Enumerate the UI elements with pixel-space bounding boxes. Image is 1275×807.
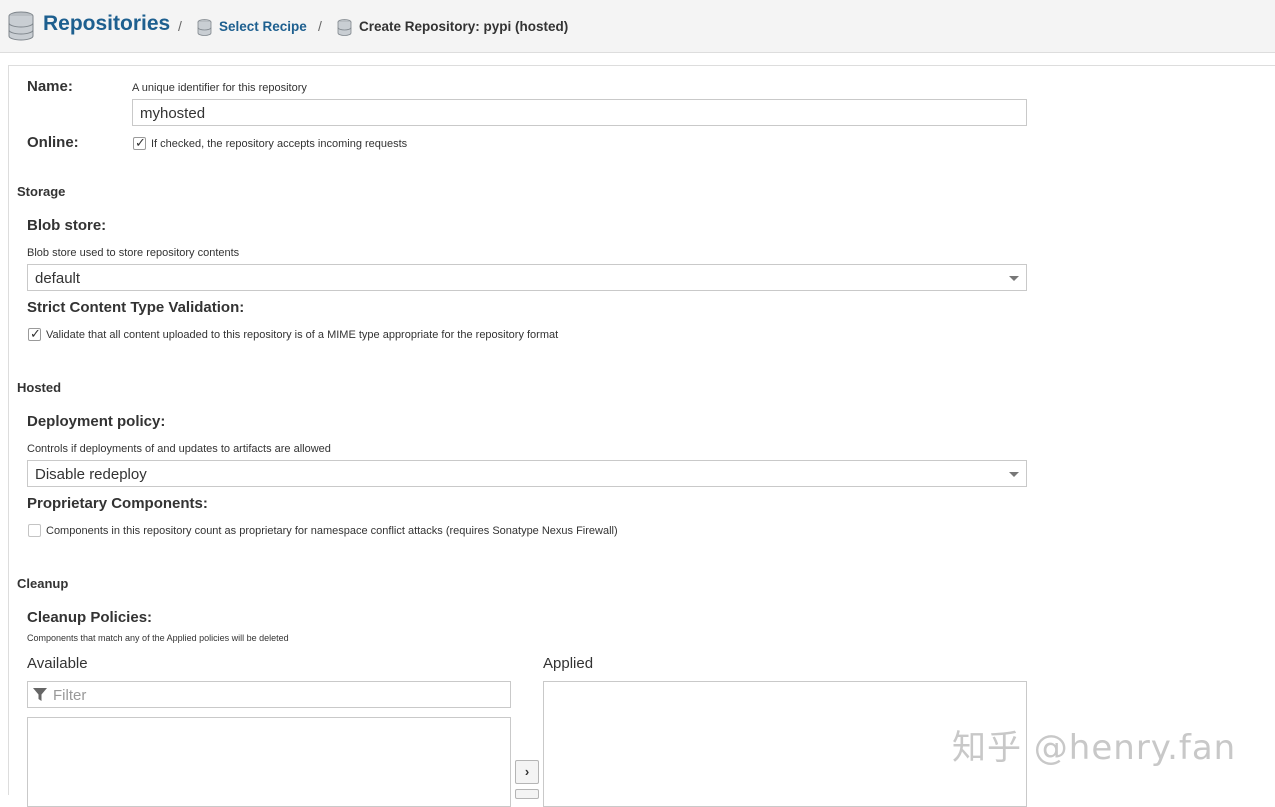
available-filter-input[interactable]: Filter <box>27 681 511 708</box>
chevron-down-icon <box>1009 472 1019 477</box>
strict-validation-help: Validate that all content uploaded to th… <box>46 329 559 341</box>
filter-placeholder: Filter <box>53 687 87 704</box>
hosted-section-title: Hosted <box>17 380 62 395</box>
deployment-policy-label: Deployment policy: <box>27 413 166 430</box>
online-help: If checked, the repository accepts incom… <box>151 138 408 150</box>
breadcrumb-separator: / <box>178 18 182 34</box>
online-checkbox[interactable]: ✓ <box>133 135 146 150</box>
watermark: 知乎 @henry.fan <box>952 728 1237 768</box>
deployment-policy-help: Controls if deployments of and updates t… <box>27 443 331 455</box>
breadcrumb-select-recipe[interactable]: Select Recipe <box>219 19 307 34</box>
applied-label: Applied <box>543 655 594 672</box>
move-right-button[interactable]: › <box>515 760 539 784</box>
name-help: A unique identifier for this repository <box>132 82 307 94</box>
name-input[interactable]: myhosted <box>132 99 1027 126</box>
blob-store-value: default <box>35 270 81 287</box>
deployment-policy-select[interactable]: Disable redeploy <box>27 460 1027 487</box>
strict-validation-label: Strict Content Type Validation: <box>27 299 245 316</box>
proprietary-components-help: Components in this repository count as p… <box>46 525 618 537</box>
filter-icon <box>33 688 47 701</box>
name-label: Name: <box>27 78 73 95</box>
cleanup-section-title: Cleanup <box>17 576 69 591</box>
deployment-policy-value: Disable redeploy <box>35 466 147 483</box>
strict-validation-checkbox[interactable]: ✓ <box>28 326 41 341</box>
checkmark-icon: ✓ <box>30 326 41 341</box>
breadcrumb-separator: / <box>318 18 322 34</box>
breadcrumb-repositories[interactable]: Repositories <box>43 12 170 36</box>
blob-store-select[interactable]: default <box>27 264 1027 291</box>
cleanup-policies-help: Components that match any of the Applied… <box>27 633 289 643</box>
database-icon <box>197 19 212 36</box>
database-icon <box>8 11 34 41</box>
breadcrumb-current: Create Repository: pypi (hosted) <box>359 19 569 34</box>
blob-store-help: Blob store used to store repository cont… <box>27 247 240 259</box>
storage-section-title: Storage <box>17 184 66 199</box>
blob-store-label: Blob store: <box>27 217 107 234</box>
online-label: Online: <box>27 134 79 151</box>
move-left-button[interactable] <box>515 789 539 799</box>
proprietary-components-checkbox[interactable] <box>28 524 41 537</box>
database-icon <box>337 19 352 36</box>
checkmark-icon: ✓ <box>135 135 146 150</box>
available-label: Available <box>27 655 88 672</box>
available-policies-list[interactable] <box>27 717 511 807</box>
chevron-right-icon: › <box>524 764 530 779</box>
proprietary-components-label: Proprietary Components: <box>27 495 208 512</box>
chevron-down-icon <box>1009 276 1019 281</box>
breadcrumb: Repositories / Select Recipe / Create Re… <box>0 0 1275 53</box>
cleanup-policies-label: Cleanup Policies: <box>27 609 153 626</box>
